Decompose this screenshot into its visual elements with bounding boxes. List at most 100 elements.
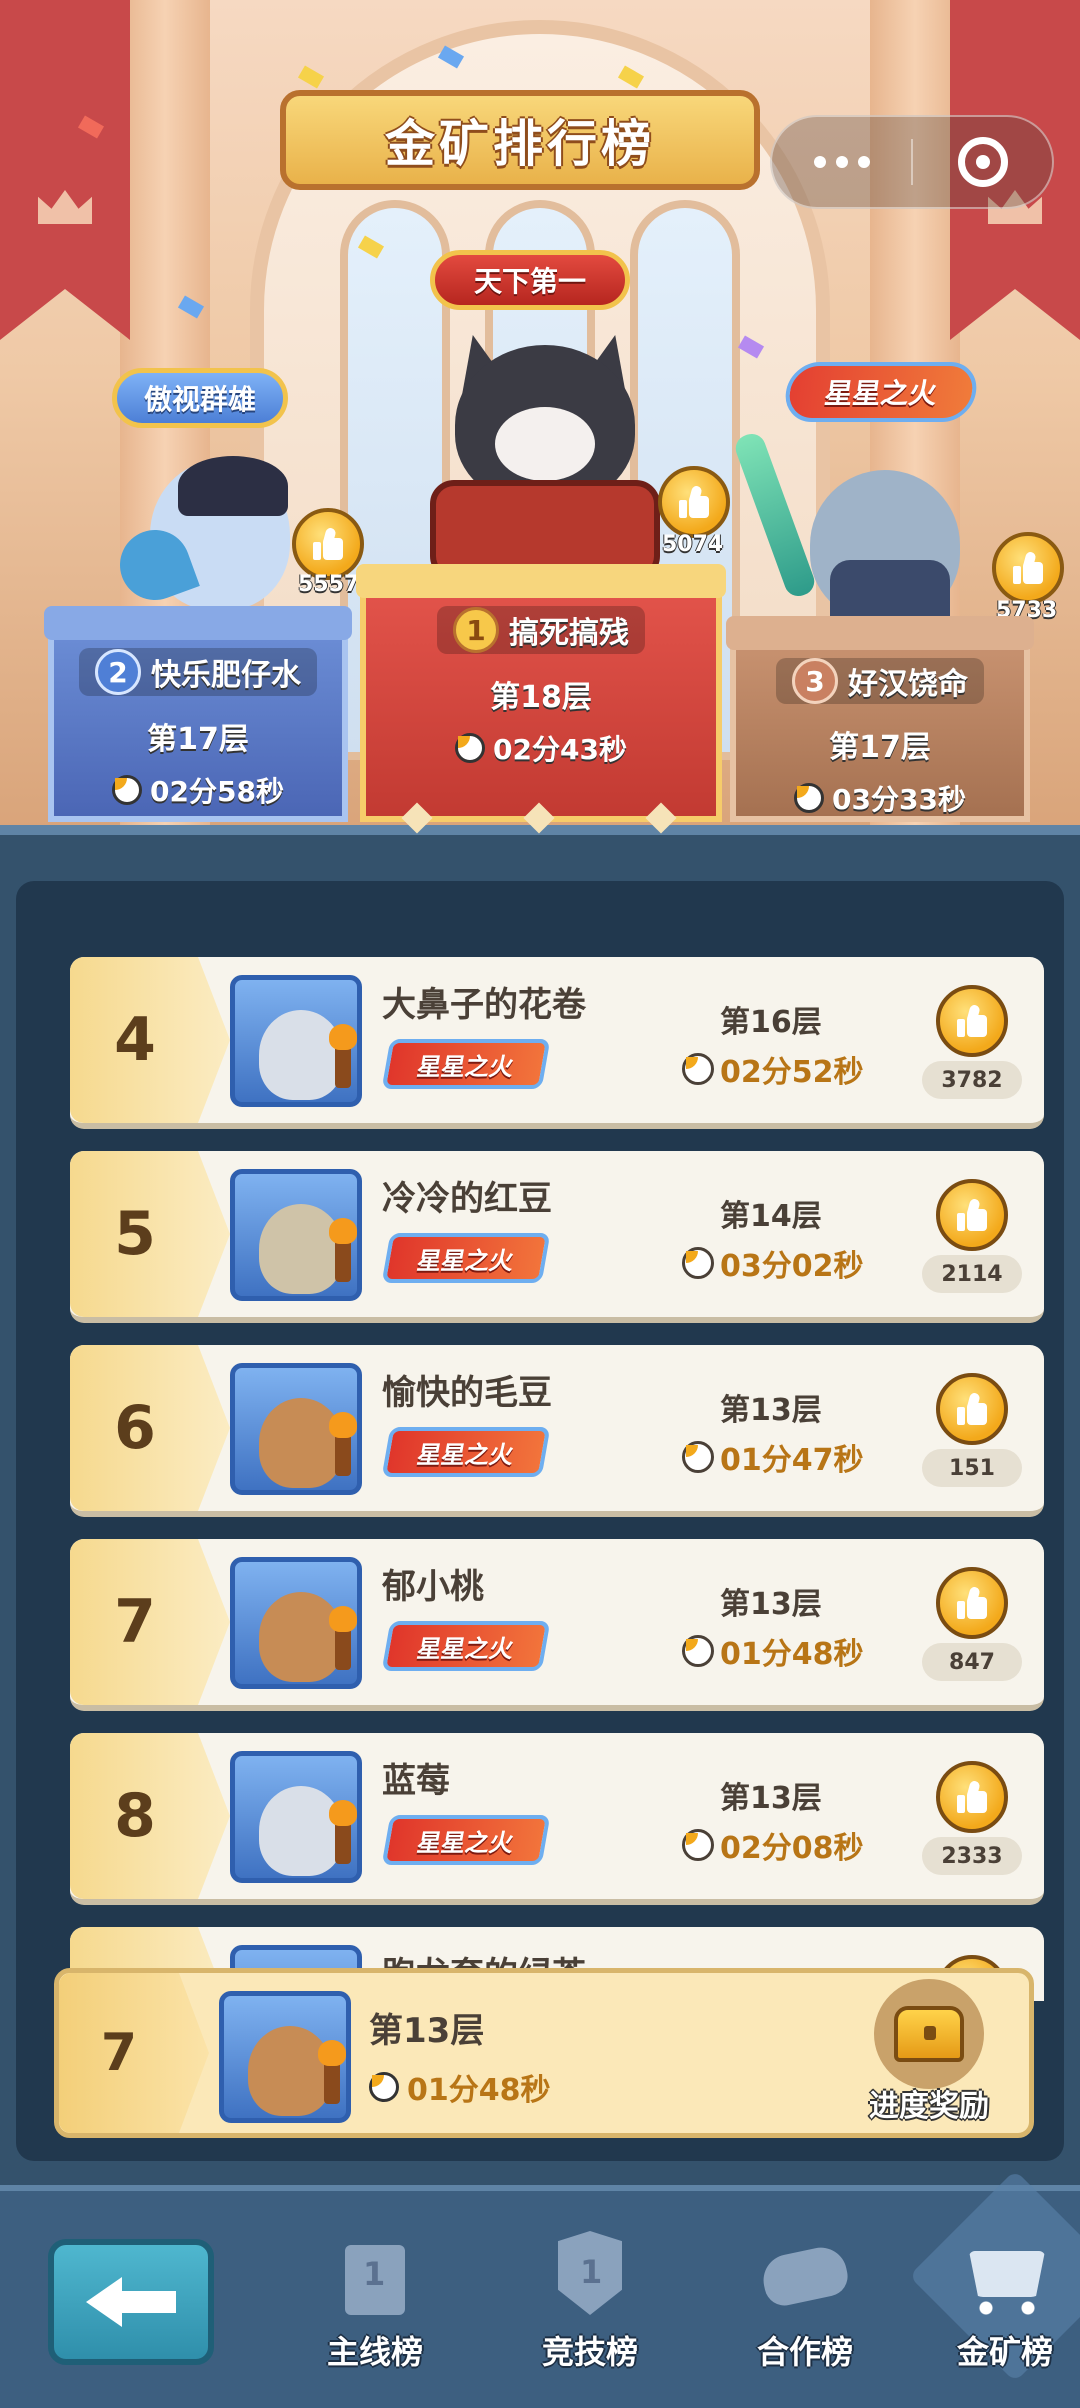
- rank-medal-icon: 2: [95, 649, 141, 695]
- like-button[interactable]: [936, 1567, 1008, 1639]
- rank-number: 5: [114, 1199, 156, 1269]
- like-button-second[interactable]: [292, 508, 364, 580]
- title-badge-label: 天下第一: [473, 265, 586, 298]
- progress-reward-button[interactable]: 进度奖励: [839, 1979, 1019, 2129]
- time-row: 01分48秒: [682, 1629, 864, 1673]
- title-badge-label: 星星之火: [415, 1828, 517, 1857]
- time-text: 01分48秒: [720, 1637, 864, 1672]
- thumbs-up-icon: [957, 1003, 987, 1037]
- crown-icon: [38, 190, 92, 224]
- mine-cart-icon: [955, 2221, 1055, 2321]
- time-row: 02分08秒: [682, 1823, 864, 1867]
- rank-zone: 6: [70, 1345, 230, 1511]
- player-name: 愉快的毛豆: [382, 1373, 552, 1413]
- player-name: 蓝莓: [382, 1761, 450, 1801]
- ranking-list[interactable]: 4 大鼻子的花卷 星星之火 第16层 02分52秒 3782 5 冷冷的红豆 星…: [52, 881, 1060, 2001]
- rank-medal-icon: 1: [453, 607, 499, 653]
- podium-second: 2 快乐肥仔水 第17层 02分58秒: [44, 606, 352, 822]
- tab-main-rank[interactable]: 主线榜: [300, 2221, 450, 2381]
- like-button-third[interactable]: [992, 532, 1064, 604]
- player-avatar[interactable]: [230, 975, 362, 1107]
- thumbs-up-icon: [313, 526, 343, 560]
- tab-coop-rank[interactable]: 合作榜: [730, 2221, 880, 2381]
- time-text: 01分47秒: [720, 1443, 864, 1478]
- back-button[interactable]: [48, 2239, 214, 2365]
- confetti: [297, 65, 325, 89]
- time-row: 02分58秒: [112, 770, 284, 810]
- floor-text: 第13层: [720, 1393, 822, 1428]
- player-name: 郁小桃: [382, 1567, 484, 1607]
- ranking-row[interactable]: 5 冷冷的红豆 星星之火 第14层 03分02秒 2114: [70, 1151, 1044, 1323]
- like-button[interactable]: [936, 1373, 1008, 1445]
- clock-icon: [455, 733, 486, 763]
- floor-text: 第16层: [720, 1005, 822, 1040]
- podium-icon: [325, 2221, 425, 2321]
- like-count: 847: [922, 1643, 1022, 1681]
- rank-zone: 7: [70, 1539, 230, 1705]
- rank-zone: 4: [70, 957, 230, 1123]
- shield-icon: [540, 2221, 640, 2321]
- podium-cap: [44, 606, 352, 640]
- torch-icon: [318, 2040, 346, 2104]
- like-button[interactable]: [936, 1761, 1008, 1833]
- reward-label: 进度奖励: [869, 2089, 989, 2124]
- title-badge: 星星之火: [381, 1233, 551, 1283]
- torch-icon: [329, 1218, 357, 1282]
- player-avatar[interactable]: [230, 1557, 362, 1689]
- my-avatar[interactable]: [219, 1991, 351, 2123]
- more-dots-icon[interactable]: [772, 156, 911, 168]
- title-badge-label: 星星之火: [822, 377, 940, 410]
- like-count: 151: [922, 1449, 1022, 1487]
- clock-icon: [112, 775, 143, 805]
- podium-first: 1 搞死搞残 第18层 02分43秒: [356, 564, 726, 822]
- time-text: 02分58秒: [150, 775, 284, 808]
- like-button[interactable]: [936, 985, 1008, 1057]
- player-avatar[interactable]: [230, 1751, 362, 1883]
- tab-label: 金矿榜: [956, 2333, 1053, 2371]
- thumbs-up-icon: [957, 1585, 987, 1619]
- title-badge-label: 星星之火: [415, 1440, 517, 1469]
- player-name: 好汉饶命: [848, 667, 968, 702]
- time-text: 02分43秒: [493, 733, 627, 766]
- clock-icon: [369, 2072, 399, 2102]
- avatar-face: [259, 1398, 343, 1488]
- ranking-row[interactable]: 6 愉快的毛豆 星星之火 第13层 01分47秒 151: [70, 1345, 1044, 1517]
- podium-name-row: 1 搞死搞残: [437, 606, 645, 654]
- time-row: 01分47秒: [682, 1435, 864, 1479]
- red-banner: [0, 0, 130, 340]
- like-count: 3782: [922, 1061, 1022, 1099]
- ranking-row[interactable]: 7 郁小桃 星星之火 第13层 01分48秒 847: [70, 1539, 1044, 1711]
- handshake-icon: [755, 2221, 855, 2321]
- player-avatar[interactable]: [230, 1169, 362, 1301]
- rank-medal-icon: 3: [792, 658, 838, 704]
- avatar-face: [259, 1010, 343, 1100]
- clock-icon: [682, 1247, 714, 1279]
- time-text: 03分33秒: [832, 783, 966, 816]
- target-circle-icon[interactable]: [913, 137, 1052, 187]
- clock-icon: [682, 1829, 714, 1861]
- player-name: 搞死搞残: [509, 616, 629, 651]
- title-badge-second: 傲视群雄: [112, 368, 288, 428]
- page-title-ribbon: 金矿排行榜: [280, 90, 760, 190]
- floor-text: 第17层: [829, 730, 931, 765]
- rank-number: 7: [114, 1587, 156, 1657]
- tab-arena-rank[interactable]: 竞技榜: [515, 2221, 665, 2381]
- rank-number: 4: [114, 1005, 156, 1075]
- rank-zone: 5: [70, 1151, 230, 1317]
- tab-label: 合作榜: [756, 2333, 853, 2371]
- clock-icon: [794, 783, 825, 813]
- my-floor: 第13层: [369, 2011, 485, 2051]
- like-count-second: 5557: [298, 572, 360, 597]
- player-avatar[interactable]: [230, 1363, 362, 1495]
- like-button[interactable]: [936, 1179, 1008, 1251]
- title-badge-label: 星星之火: [415, 1052, 517, 1081]
- clock-icon: [682, 1441, 714, 1473]
- ranking-row[interactable]: 8 蓝莓 星星之火 第13层 02分08秒 2333: [70, 1733, 1044, 1905]
- ranking-row[interactable]: 4 大鼻子的花卷 星星之火 第16层 02分52秒 3782: [70, 957, 1044, 1129]
- thumbs-up-icon: [957, 1197, 987, 1231]
- tab-goldmine-rank[interactable]: 金矿榜: [930, 2221, 1080, 2381]
- title-badge-label: 傲视群雄: [143, 383, 256, 416]
- avatar-face: [259, 1592, 343, 1682]
- like-button-first[interactable]: [658, 466, 730, 538]
- podium-name-row: 3 好汉饶命: [776, 658, 984, 704]
